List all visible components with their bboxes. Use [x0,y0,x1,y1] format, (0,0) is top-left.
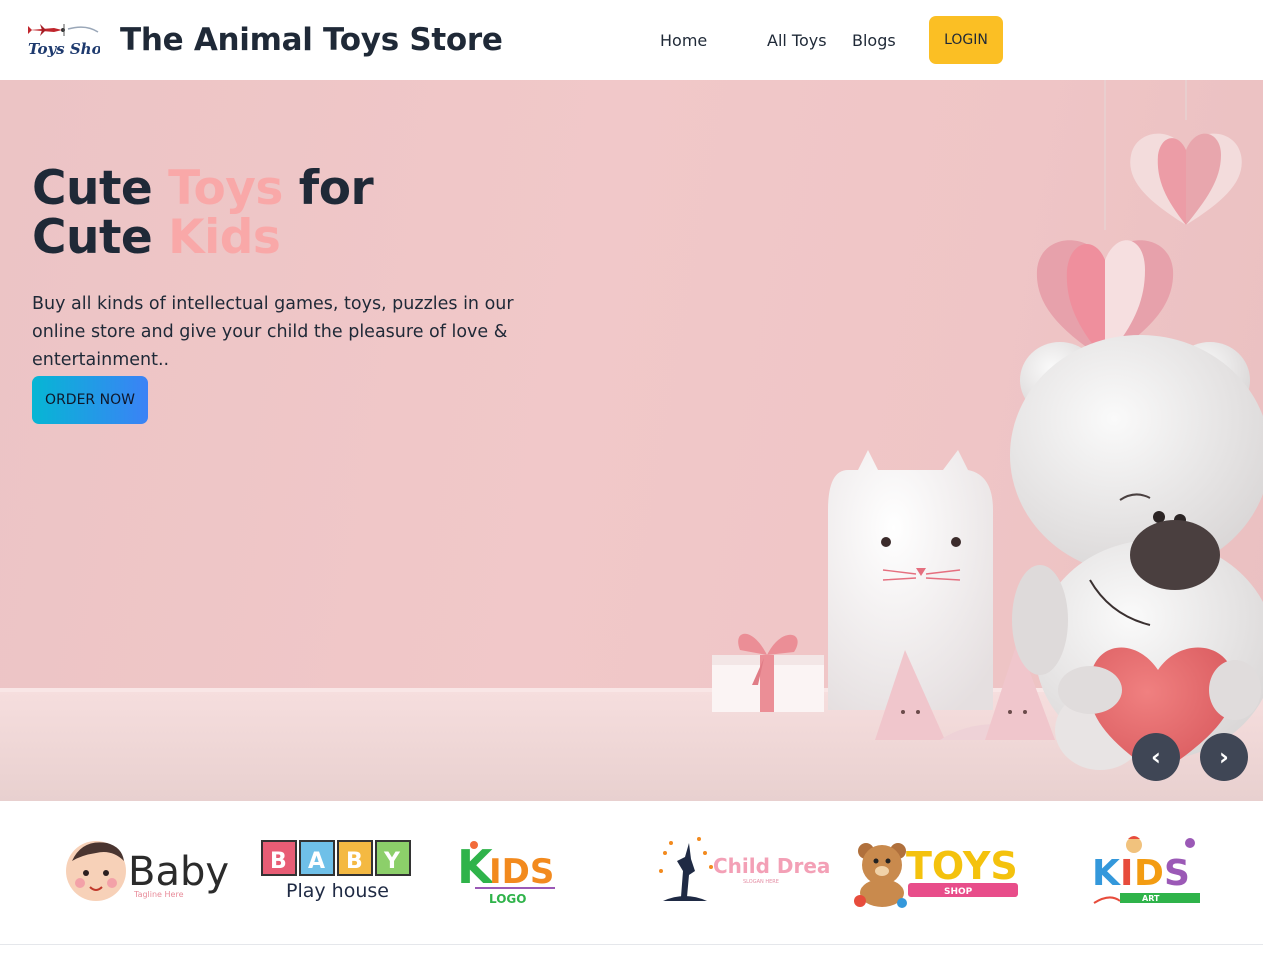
svg-text:B: B [270,849,287,874]
hero-title: Cute Toys for Cute Kids [32,161,374,265]
nav-all-toys-link[interactable]: All Toys [767,31,827,50]
brand-logo-baby-playhouse[interactable]: B A B Y Play house [260,831,420,911]
brand-kids-logo-text: LOGO [489,892,526,906]
brand-logo-baby[interactable]: Baby Tagline Here [62,831,232,911]
brand-child-dream-text: Child Dream [713,854,830,878]
hero-title-line1-a: Cute [32,161,169,216]
brand-child-dream-slogan: SLOGAN HERE [743,879,779,885]
hero-description: Buy all kinds of intellectual games, toy… [32,294,514,370]
svg-text:B: B [346,849,363,874]
brand-kids-art-text: ART [1142,894,1160,903]
svg-text:A: A [308,849,325,874]
chevron-left-icon: ‹ [1151,743,1161,771]
brand-toys-shop-text: SHOP [944,887,973,897]
brand-toys-text: TOYS [906,844,1018,888]
order-now-button[interactable]: ORDER NOW [32,376,148,424]
navbar: Toys Shop The Animal Toys Store Home All… [0,0,1263,80]
chevron-right-icon: › [1219,743,1229,771]
hero-carousel: Cute Toys for Cute Kids Buy all kinds of… [0,80,1263,801]
hero-title-line2-a: Cute [32,210,169,265]
partner-brands-strip: Baby Tagline Here B A B Y Play house K I… [0,801,1263,945]
brand-logo-kids[interactable]: K IDS LOGO [455,831,565,911]
brand-baby-text: Baby [128,849,229,895]
nav-home-link[interactable]: Home [660,31,707,50]
login-button[interactable]: LOGIN [929,16,1003,64]
carousel-prev-button[interactable]: ‹ [1132,733,1180,781]
brand-logo-kids-art[interactable]: K I D S ART [1090,831,1210,911]
svg-text:IDS: IDS [489,852,554,892]
brand-playhouse-text: Play house [286,880,389,902]
brand-baby-tagline: Tagline Here [133,890,184,899]
svg-text:Toys Shop: Toys Shop [28,40,100,58]
site-title: The Animal Toys Store [120,22,503,58]
hero-title-line1-b: for [282,161,374,216]
nav-blogs-link[interactable]: Blogs [852,31,896,50]
brand-logo-child-dream[interactable]: Child Dream SLOGAN HERE [655,831,830,911]
svg-text:Y: Y [383,849,401,874]
svg-text:S: S [1164,853,1190,894]
toys-shop-logo[interactable]: Toys Shop [22,18,113,62]
svg-text:K: K [1092,853,1121,894]
svg-text:I: I [1120,853,1133,894]
hero-title-accent-kids: Kids [168,210,281,265]
carousel-next-button[interactable]: › [1200,733,1248,781]
brand-logo-toys-shop[interactable]: TOYS SHOP [852,831,1022,911]
svg-text:D: D [1134,853,1164,894]
hero-title-accent-toys: Toys [168,161,283,216]
